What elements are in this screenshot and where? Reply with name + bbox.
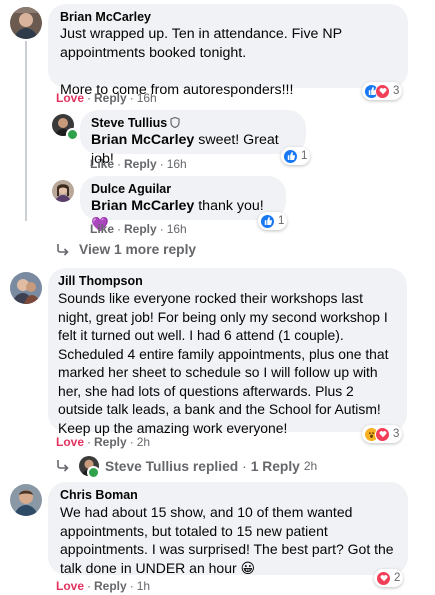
shield-icon — [170, 117, 180, 128]
reply-button[interactable]: Reply — [94, 435, 127, 449]
reply-author[interactable]: Steve Tullius — [91, 116, 295, 130]
online-status-indicator — [66, 128, 79, 141]
comment-bubble: Jill Thompson Sounds like everyone rocke… — [48, 268, 407, 436]
comment-actions: Love · Reply · 2h — [56, 435, 151, 449]
reaction-count: 1 — [301, 150, 308, 162]
reply-button[interactable]: Reply — [94, 91, 127, 105]
love-button[interactable]: Love — [56, 579, 84, 593]
mention-link[interactable]: Brian McCarley — [91, 132, 194, 148]
comment-text: We had about 15 show, and 10 of them wan… — [60, 503, 396, 577]
comment-line: We had about 15 show, and 10 of them wan… — [60, 504, 353, 520]
reply-arrow-icon — [57, 460, 69, 472]
reply-author-name[interactable]: Steve Tullius — [91, 116, 167, 130]
comment-actions: Love · Reply · 1h — [56, 579, 151, 593]
replied-action: replied — [189, 458, 239, 474]
reaction-summary[interactable]: 3 — [362, 82, 403, 100]
reaction-count: 2 — [394, 572, 401, 584]
comment-timestamp[interactable]: 1h — [137, 579, 150, 593]
love-button[interactable]: Love — [56, 435, 84, 449]
online-status-indicator — [87, 466, 100, 479]
reply-button[interactable]: Reply — [124, 157, 157, 171]
reaction-summary[interactable]: 2 — [374, 569, 404, 587]
comment-line: Just wrapped up. Ten in attendance. Five… — [60, 26, 343, 42]
reaction-summary[interactable]: 1 — [281, 147, 311, 165]
like-reaction-icon — [283, 148, 298, 164]
comment-timestamp[interactable]: 16h — [137, 91, 157, 105]
reaction-summary[interactable]: 3 — [362, 425, 403, 443]
avatar-dulce-aguilar[interactable] — [52, 180, 74, 202]
love-reaction-icon — [375, 426, 390, 442]
comment-bubble: Brian McCarley Just wrapped up. Ten in a… — [48, 4, 408, 98]
avatar-chris-boman[interactable] — [10, 484, 42, 516]
reply-button[interactable]: Reply — [94, 579, 127, 593]
reply-author[interactable]: Dulce Aguilar — [91, 182, 275, 196]
reaction-count: 3 — [393, 85, 400, 97]
view-more-replies[interactable]: View 1 more reply — [56, 242, 196, 257]
reply-bubble: Steve Tullius Brian McCarley sweet! Grea… — [80, 110, 306, 167]
comment-line: Sounds like everyone rocked their worksh… — [58, 290, 363, 306]
comment-actions: Love · Reply · 16h — [56, 91, 157, 105]
comment-line: night, great job! For being only my seco… — [58, 308, 388, 325]
comment-timestamp[interactable]: 2h — [137, 435, 150, 449]
like-button[interactable]: Like — [90, 157, 114, 171]
love-reaction-icon — [376, 570, 391, 586]
reply-timestamp[interactable]: 16h — [167, 222, 187, 236]
comment-line: her, she had lots of questions afterward… — [58, 382, 354, 399]
like-button[interactable]: Like — [90, 222, 114, 236]
mention-link[interactable]: Brian McCarley — [91, 198, 194, 214]
replied-timestamp: 2h — [303, 459, 318, 473]
comment-line: appointments. I was surprised! The best … — [60, 541, 394, 557]
reply-bubble: Dulce Aguilar Brian McCarley thank you! … — [80, 176, 286, 233]
reply-button[interactable]: Reply — [124, 222, 157, 236]
comment-line: talk done in UNDER an hour 😀 — [60, 559, 256, 576]
like-reaction-icon — [260, 213, 275, 229]
reply-count[interactable]: 1 Reply — [251, 459, 300, 474]
love-button[interactable]: Love — [56, 91, 84, 105]
comment-bubble: Chris Boman We had about 15 show, and 10… — [48, 482, 408, 577]
love-reaction-icon — [375, 83, 390, 99]
reaction-count: 3 — [393, 428, 400, 440]
comment-line: Scheduled 4 entire family appointments, … — [58, 345, 389, 362]
comment-text: Just wrapped up. Ten in attendance. Five… — [60, 25, 396, 99]
avatar-jill-thompson[interactable] — [10, 272, 42, 304]
comment-line: felt it turned out well. I had 6 attend … — [58, 327, 344, 343]
comment-author[interactable]: Chris Boman — [60, 488, 396, 502]
reaction-count: 1 — [278, 215, 285, 227]
thread-line — [25, 41, 27, 221]
comment-author[interactable]: Brian McCarley — [60, 10, 396, 24]
comment-line: appointments, but totaled to 15 new pati… — [60, 522, 328, 539]
reaction-summary[interactable]: 1 — [258, 212, 288, 230]
reply-actions: Like · Reply · 16h — [90, 157, 187, 171]
comment-line — [60, 62, 396, 81]
comment-line: marked her sheet to schedule so I will f… — [58, 364, 378, 380]
avatar-brian-mccarley[interactable] — [10, 7, 42, 39]
reply-actions: Like · Reply · 16h — [90, 222, 187, 236]
comment-line: outside talk leads, a bank and the Schoo… — [58, 401, 381, 417]
comment-line: appointments booked tonight. — [60, 44, 247, 61]
view-more-label[interactable]: View 1 more reply — [79, 242, 196, 257]
reply-arrow-icon — [57, 243, 69, 256]
comment-text: Sounds like everyone rocked their worksh… — [58, 289, 397, 437]
separator-dot: · — [242, 458, 247, 474]
comment-author[interactable]: Jill Thompson — [58, 274, 397, 288]
reply-timestamp[interactable]: 16h — [167, 157, 187, 171]
replier-name[interactable]: Steve Tullius — [105, 459, 189, 474]
